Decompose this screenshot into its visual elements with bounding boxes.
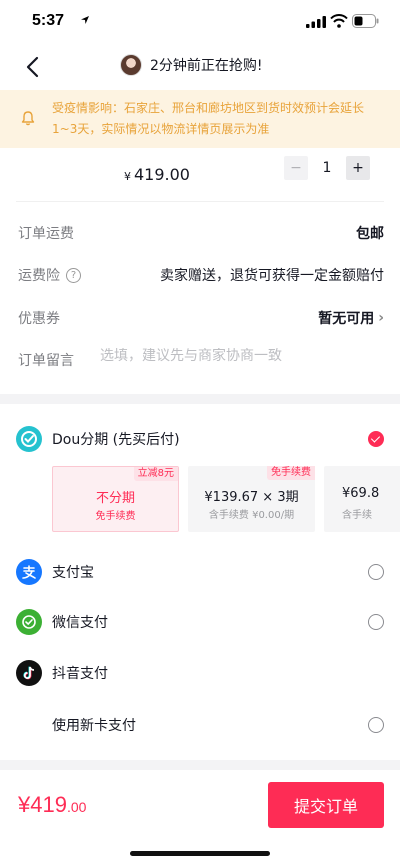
- payment-option-new-card[interactable]: 使用新卡支付: [16, 707, 384, 743]
- nav-title-group: 2分钟前正在抢购!: [120, 54, 263, 76]
- installment-plans: 立减8元 不分期 免手续费 免手续费 ¥139.67 × 3期 含手续费 ¥0.…: [52, 462, 400, 534]
- unit-price-value: 419.00: [134, 165, 190, 184]
- shipping-insurance-row: 运费险? 卖家赠送，退货可获得一定金额赔付: [18, 255, 384, 295]
- plan-title: ¥69.8: [342, 486, 380, 501]
- plan-card-3-installments[interactable]: 免手续费 ¥139.67 × 3期 含手续费 ¥0.00/期: [188, 466, 315, 532]
- dou-installment-icon: [16, 426, 42, 452]
- quantity-stepper: − 1 +: [284, 156, 370, 180]
- epidemic-notice-banner: 受疫情影响：石家庄、邢台和廊坊地区到货时效预计会延长1~3天，实际情况以物流详情…: [0, 90, 400, 148]
- increase-quantity-button[interactable]: +: [345, 156, 370, 180]
- shipping-fee-label: 订单运费: [18, 226, 74, 242]
- remark-row: 订单留言: [18, 340, 384, 380]
- decrease-quantity-button[interactable]: −: [284, 156, 308, 180]
- douyin-pay-icon: [16, 660, 42, 686]
- cellular-signal-icon: [306, 16, 326, 28]
- alipay-icon: [16, 559, 42, 585]
- coupon-value-group: 暂无可用 ›: [318, 308, 384, 328]
- help-icon[interactable]: ?: [66, 267, 81, 283]
- plan-card-no-installment[interactable]: 立减8元 不分期 免手续费: [52, 466, 179, 532]
- notice-text: 受疫情影响：石家庄、邢台和廊坊地区到货时效预计会延长1~3天，实际情况以物流详情…: [52, 101, 365, 136]
- douyin-pay-label: 抖音支付: [52, 666, 108, 682]
- wifi-icon: [330, 14, 348, 28]
- battery-icon: [352, 14, 379, 28]
- unit-price: ¥419.00: [124, 165, 190, 184]
- new-card-label: 使用新卡支付: [52, 718, 136, 734]
- quantity-value: 1: [322, 160, 332, 176]
- shipping-insurance-label-group: 运费险?: [18, 265, 81, 285]
- total-currency: ¥: [18, 792, 31, 817]
- nav-bar: 2分钟前正在抢购!: [0, 44, 400, 88]
- plan-subtitle: 免手续费: [95, 511, 136, 522]
- total-integer: 419: [30, 792, 67, 817]
- plan-title: 不分期: [95, 491, 135, 506]
- back-arrow-icon[interactable]: [20, 54, 46, 80]
- page-title: 2分钟前正在抢购!: [150, 58, 263, 74]
- plan-subtitle: 含手续费 ¥0.00/期: [208, 510, 295, 521]
- payment-option-alipay[interactable]: 支付宝: [16, 554, 384, 590]
- remark-label: 订单留言: [18, 353, 74, 369]
- price-quantity-row: ¥419.00 − 1 +: [16, 148, 384, 202]
- remark-input[interactable]: [100, 348, 370, 364]
- coupon-label: 优惠券: [18, 311, 60, 327]
- shipping-insurance-value: 卖家赠送，退货可获得一定金额赔付: [160, 268, 384, 284]
- status-time: 5:37: [32, 12, 65, 29]
- plan-title: ¥139.67 × 3期: [204, 490, 299, 505]
- wechat-radio[interactable]: [368, 614, 384, 630]
- submit-order-button[interactable]: 提交订单: [268, 782, 384, 828]
- total-cents: .00: [66, 799, 87, 815]
- bell-icon: [21, 111, 35, 126]
- bottom-divider: [0, 760, 400, 770]
- plan-subtitle: 含手续: [342, 510, 372, 521]
- payment-option-dou[interactable]: Dou分期 (先买后付): [16, 421, 384, 457]
- alipay-label: 支付宝: [52, 565, 94, 581]
- new-card-radio[interactable]: [368, 717, 384, 733]
- plan-card-6-installments[interactable]: ¥69.8 含手续: [324, 466, 400, 532]
- shipping-fee-row: 订单运费 包邮: [18, 213, 384, 253]
- payment-option-douyin[interactable]: 抖音支付: [16, 655, 384, 691]
- wechat-pay-icon: [16, 609, 42, 635]
- shipping-insurance-label: 运费险: [18, 268, 60, 284]
- dou-installment-label: Dou分期 (先买后付): [52, 432, 180, 448]
- plan-tag: 免手续费: [267, 466, 315, 480]
- payment-option-wechat[interactable]: 微信支付: [16, 604, 384, 640]
- coupon-row[interactable]: 优惠券 暂无可用 ›: [18, 298, 384, 338]
- shipping-fee-value: 包邮: [356, 226, 384, 242]
- alipay-radio[interactable]: [368, 564, 384, 580]
- wechat-pay-label: 微信支付: [52, 615, 108, 631]
- plan-tag: 立减8元: [133, 467, 178, 481]
- dou-radio-checked[interactable]: [368, 431, 384, 447]
- location-arrow-icon: [81, 16, 89, 24]
- home-indicator[interactable]: [130, 851, 270, 856]
- order-total: ¥419.00: [18, 792, 86, 818]
- coupon-value: 暂无可用: [318, 311, 375, 327]
- section-divider: [0, 394, 400, 404]
- avatar: [120, 54, 142, 76]
- chevron-right-icon: ›: [378, 310, 384, 326]
- currency-symbol: ¥: [124, 170, 131, 183]
- status-bar: 5:37: [0, 0, 400, 44]
